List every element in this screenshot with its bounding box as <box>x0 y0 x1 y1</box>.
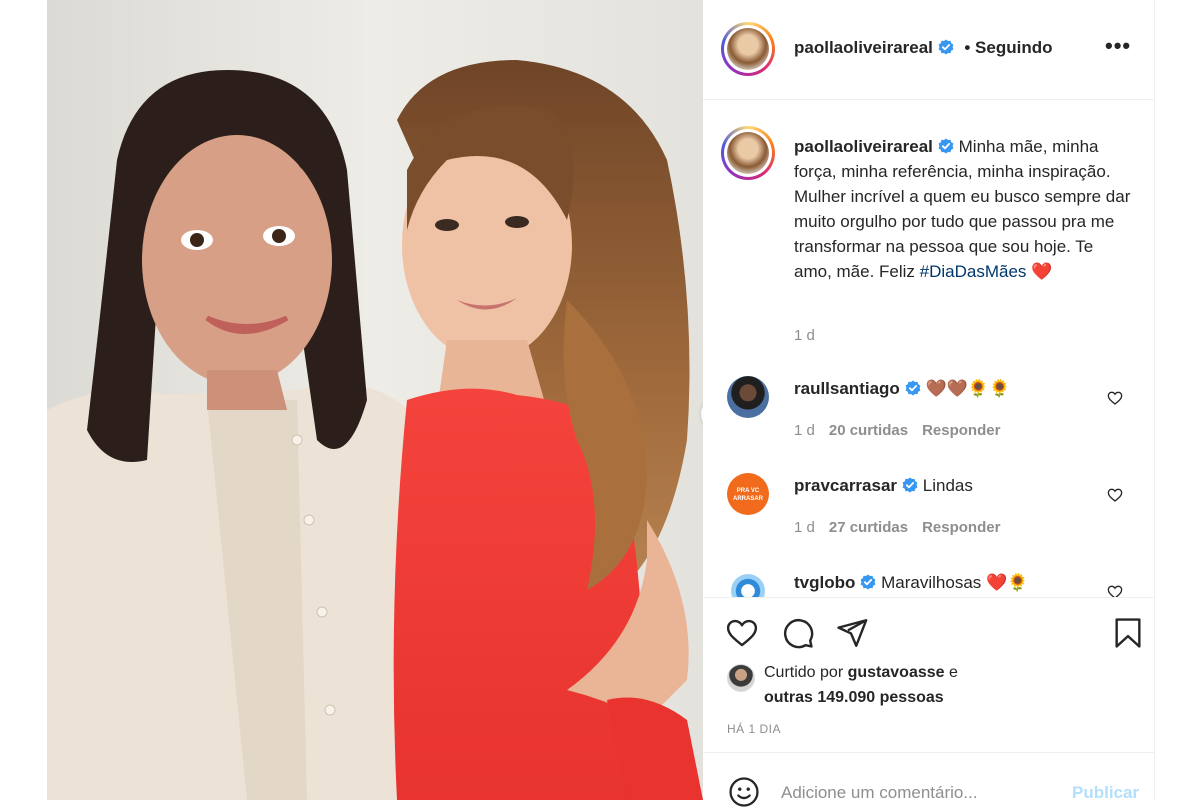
comment-time[interactable]: 1 d <box>794 422 815 439</box>
pravcarrasar-logo: PRA VC ARRASAR <box>733 488 764 502</box>
heart-icon[interactable] <box>1107 487 1123 503</box>
commenter-avatar[interactable] <box>727 570 769 597</box>
caption-emoji: ❤️ <box>1031 262 1053 281</box>
comment-text: Maravilhosas ❤️🌻 <box>881 573 1029 592</box>
post-caption: paollaoliveirareal Minha mãe, minha forç… <box>794 134 1134 284</box>
post-photo[interactable] <box>47 0 703 800</box>
caption-time[interactable]: 1 d <box>794 327 815 344</box>
reply-button[interactable]: Responder <box>922 519 1000 536</box>
more-options-icon[interactable]: ••• <box>1105 35 1131 57</box>
commenter-avatar[interactable]: PRA VC ARRASAR <box>727 473 769 515</box>
commenter-username[interactable]: tvglobo <box>794 573 855 592</box>
comment-likes[interactable]: 27 curtidas <box>829 519 908 536</box>
author-username[interactable]: paollaoliveirareal <box>794 38 933 57</box>
publish-button[interactable]: Publicar <box>1072 783 1139 803</box>
add-comment-bar: Publicar <box>703 752 1155 807</box>
caption-author-avatar[interactable] <box>721 126 775 180</box>
verified-badge-icon <box>938 138 954 154</box>
comment-time[interactable]: 1 d <box>794 519 815 536</box>
comment-text: Lindas <box>922 476 973 495</box>
comment-likes[interactable]: 20 curtidas <box>829 422 908 439</box>
following-status[interactable]: • Seguindo <box>964 38 1052 57</box>
post-header: paollaoliveirareal • Seguindo ••• <box>703 0 1155 100</box>
comment-text: 🤎🤎🌻🌻 <box>925 379 1011 398</box>
commenter-username[interactable]: pravcarrasar <box>794 476 897 495</box>
heart-icon[interactable] <box>725 616 759 650</box>
likes-count[interactable]: outras 149.090 pessoas <box>764 689 944 706</box>
post-side-panel: paollaoliveirareal • Seguindo ••• paolla… <box>703 0 1155 807</box>
post-date[interactable]: HÁ 1 DIA <box>727 722 781 736</box>
comments-area: paollaoliveirareal Minha mãe, minha forç… <box>703 100 1155 597</box>
verified-badge-icon <box>902 477 918 493</box>
emoji-icon[interactable] <box>727 775 761 809</box>
liked-prefix: Curtido por <box>764 664 844 681</box>
instagram-post-view: paollaoliveirareal • Seguindo ••• paolla… <box>0 0 1200 807</box>
verified-badge-icon <box>938 39 954 55</box>
caption-hashtag[interactable]: #DiaDasMães <box>920 262 1027 281</box>
commenter-avatar[interactable] <box>727 376 769 418</box>
liker-username[interactable]: gustavoasse <box>848 664 945 681</box>
heart-icon[interactable] <box>1107 390 1123 406</box>
bookmark-icon[interactable] <box>1111 616 1145 650</box>
share-icon[interactable] <box>835 616 869 650</box>
post-actions: Curtido por gustavoasse e outras 149.090… <box>703 597 1155 752</box>
caption-username[interactable]: paollaoliveirareal <box>794 137 933 156</box>
comment-input[interactable] <box>781 783 1041 803</box>
reply-button[interactable]: Responder <box>922 422 1000 439</box>
heart-icon[interactable] <box>1107 584 1123 597</box>
liked-connector: e <box>949 664 958 681</box>
liker-avatar[interactable] <box>727 664 755 692</box>
verified-badge-icon <box>860 574 876 590</box>
author-avatar[interactable] <box>721 22 775 76</box>
svg-text:PRA VC: PRA VC <box>737 488 760 494</box>
svg-text:ARRASAR: ARRASAR <box>733 496 764 502</box>
photo-illustration <box>47 0 703 800</box>
verified-badge-icon <box>905 380 921 396</box>
caption-text: Minha mãe, minha força, minha referência… <box>794 137 1131 281</box>
comment-icon[interactable] <box>781 616 815 650</box>
commenter-username[interactable]: raullsantiago <box>794 379 900 398</box>
